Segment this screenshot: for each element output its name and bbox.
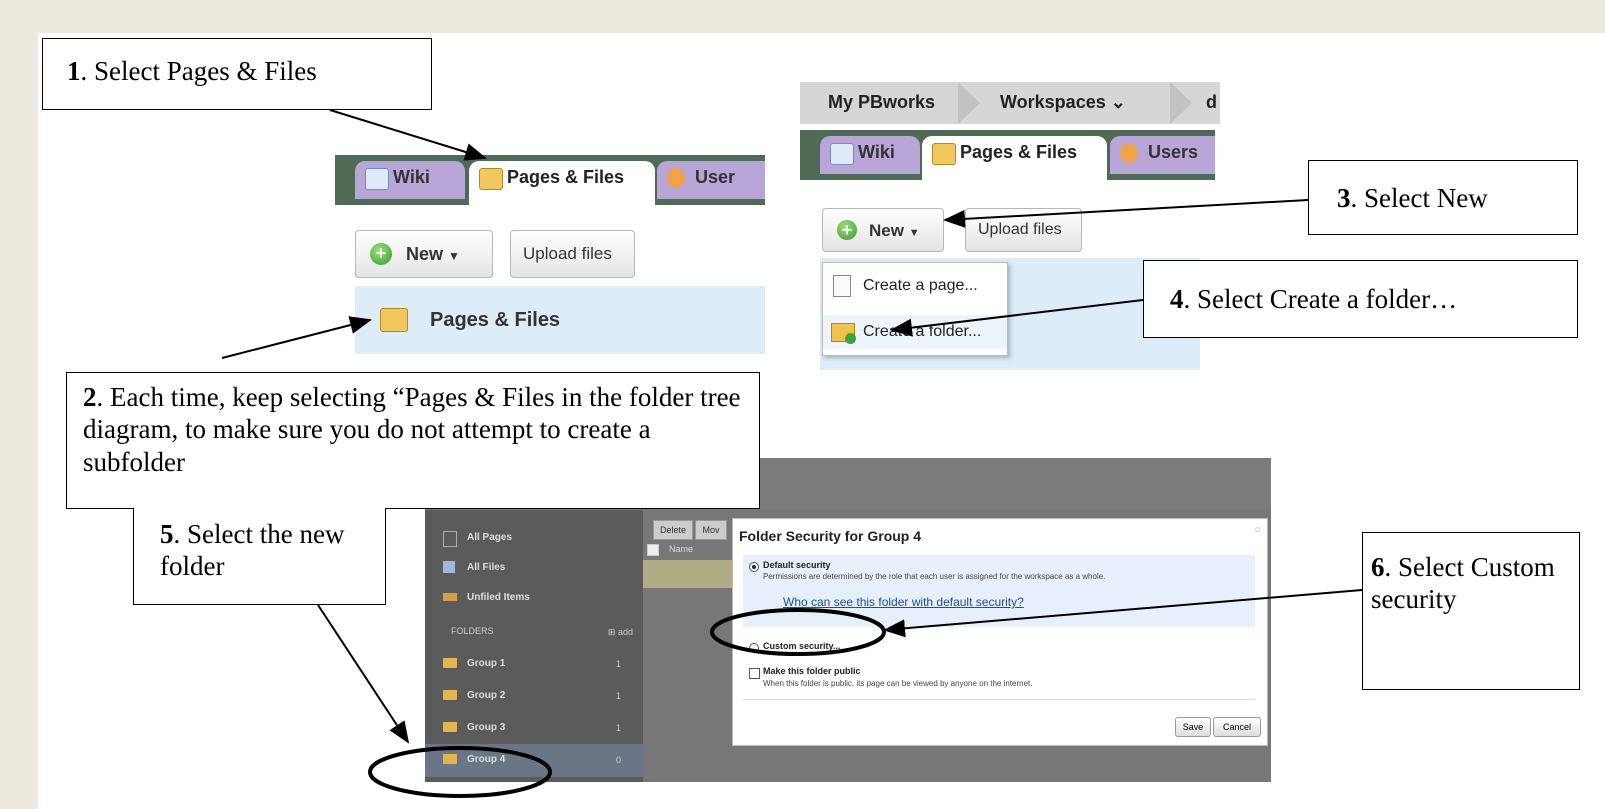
arrow-6 bbox=[883, 589, 1363, 638]
arrow-2 bbox=[221, 316, 372, 359]
arrow-1 bbox=[329, 109, 487, 161]
annotation-arrows bbox=[221, 109, 1363, 798]
highlight-custom-security bbox=[710, 608, 886, 656]
arrow-4 bbox=[890, 299, 1144, 337]
arrow-3 bbox=[943, 199, 1309, 228]
arrow-5 bbox=[317, 604, 410, 744]
highlight-group-4 bbox=[368, 746, 552, 798]
